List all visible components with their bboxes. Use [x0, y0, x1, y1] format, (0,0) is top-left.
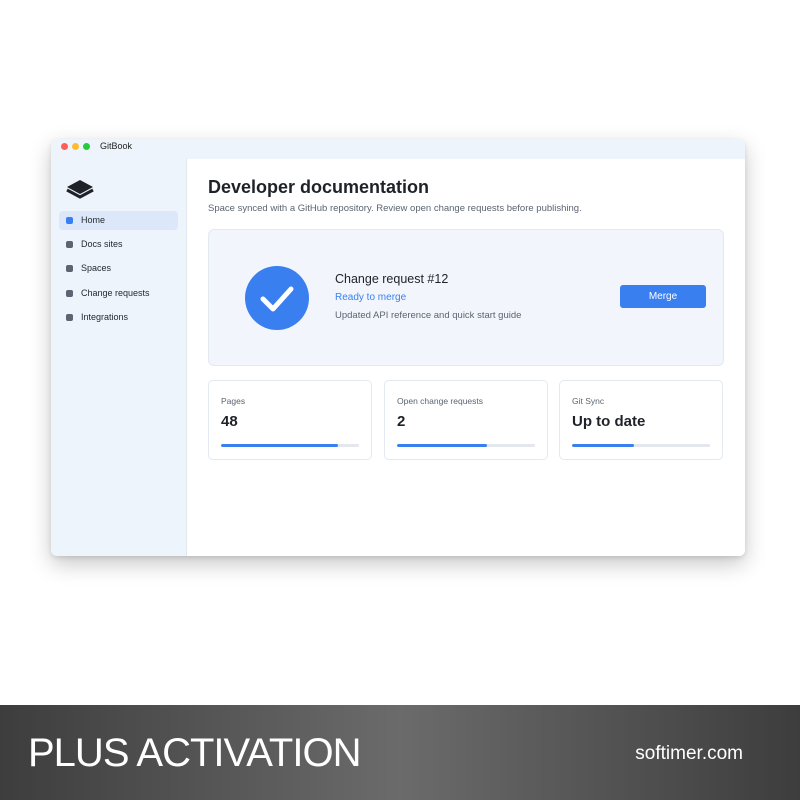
app-window: GitBook Home Docs sites Spaces Change re… — [51, 139, 745, 556]
progress-bar — [397, 444, 535, 447]
gitbook-logo-icon — [64, 175, 98, 203]
stat-card-open-change-requests: Open change requests 2 — [384, 380, 548, 460]
stat-label: Git Sync — [572, 396, 605, 406]
change-requests-icon — [66, 290, 73, 297]
page-subtitle: Space synced with a GitHub repository. R… — [208, 203, 582, 214]
progress-fill — [572, 444, 635, 447]
sidebar-item-label: Home — [81, 215, 106, 225]
sidebar-item-label: Change requests — [81, 288, 150, 298]
sidebar-item-spaces[interactable]: Spaces — [59, 259, 178, 278]
merge-button[interactable]: Merge — [620, 285, 706, 308]
docs-sites-icon — [66, 241, 73, 248]
sidebar-item-label: Docs sites — [81, 239, 123, 249]
stat-label: Open change requests — [397, 396, 484, 406]
spaces-icon — [66, 265, 73, 272]
change-request-title: Change request #12 — [335, 272, 449, 286]
sidebar-item-home[interactable]: Home — [59, 211, 178, 230]
promo-banner: PLUS ACTIVATION softimer.com — [0, 705, 800, 800]
change-request-card: Change request #12 Ready to merge Update… — [208, 229, 724, 366]
stat-label: Pages — [221, 396, 246, 406]
stat-card-pages: Pages 48 — [208, 380, 372, 460]
progress-fill — [221, 444, 339, 447]
stat-value: 48 — [221, 413, 238, 430]
progress-bar — [221, 444, 359, 447]
sidebar-item-integrations[interactable]: Integrations — [59, 308, 178, 327]
banner-title: PLUS ACTIVATION — [28, 731, 361, 775]
banner-site: softimer.com — [635, 743, 743, 764]
stat-value: 2 — [397, 413, 406, 430]
progress-fill — [397, 444, 487, 447]
home-icon — [66, 217, 73, 224]
app-title: GitBook — [100, 141, 133, 151]
sidebar-item-label: Spaces — [81, 263, 112, 273]
close-window-button[interactable] — [61, 143, 68, 150]
maximize-window-button[interactable] — [83, 143, 90, 150]
minimize-window-button[interactable] — [72, 143, 79, 150]
change-request-description: Updated API reference and quick start gu… — [335, 310, 522, 321]
sidebar-item-docs-sites[interactable]: Docs sites — [59, 235, 178, 254]
stat-value: Up to date — [572, 413, 646, 430]
stat-card-git-sync: Git Sync Up to date — [559, 380, 723, 460]
progress-bar — [572, 444, 710, 447]
main-content: Developer documentation Space synced wit… — [187, 159, 745, 556]
sidebar-item-change-requests[interactable]: Change requests — [59, 284, 178, 303]
sidebar: Home Docs sites Spaces Change requests I… — [51, 159, 187, 556]
page-title: Developer documentation — [208, 177, 430, 197]
sidebar-item-label: Integrations — [81, 312, 129, 322]
check-icon — [245, 266, 309, 330]
change-request-status-link[interactable]: Ready to merge — [335, 292, 406, 303]
title-bar: GitBook — [51, 139, 745, 160]
integrations-icon — [66, 314, 73, 321]
